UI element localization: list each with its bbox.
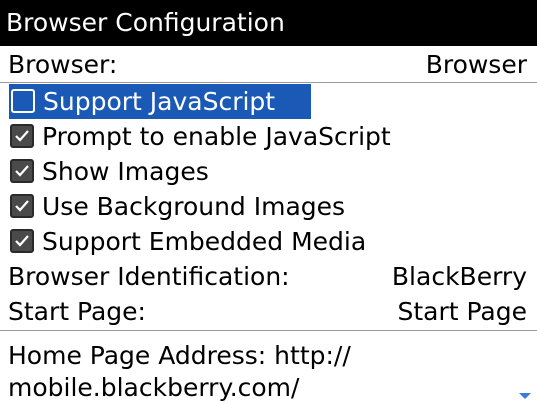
browser-field[interactable]: Browser: Browser <box>0 47 537 82</box>
home-page-address-field[interactable]: Home Page Address: http:// mobile.blackb… <box>8 340 518 404</box>
support-javascript-checkbox[interactable] <box>11 89 35 113</box>
check-icon <box>15 130 29 142</box>
show-images-checkbox[interactable] <box>10 159 34 183</box>
start-page-label: Start Page: <box>8 297 146 326</box>
show-images-label: Show Images <box>42 157 209 186</box>
divider <box>0 330 537 331</box>
scroll-down-indicator-icon <box>519 393 531 399</box>
check-icon <box>15 165 29 177</box>
browser-identification-field[interactable]: Browser Identification: BlackBerry <box>0 259 537 294</box>
browser-identification-label: Browser Identification: <box>8 262 290 291</box>
focus-highlight: Support JavaScript <box>9 84 311 119</box>
embedded-media-checkbox[interactable] <box>10 229 34 253</box>
check-icon <box>15 200 29 212</box>
prompt-javascript-checkbox[interactable] <box>10 124 34 148</box>
background-images-label: Use Background Images <box>42 192 346 221</box>
support-javascript-label: Support JavaScript <box>43 87 276 116</box>
divider <box>0 82 537 83</box>
background-images-option[interactable]: Use Background Images <box>0 189 537 224</box>
background-images-checkbox[interactable] <box>10 194 34 218</box>
support-javascript-option[interactable]: Support JavaScript <box>0 84 537 119</box>
show-images-option[interactable]: Show Images <box>0 154 537 189</box>
embedded-media-option[interactable]: Support Embedded Media <box>0 224 537 259</box>
prompt-javascript-label: Prompt to enable JavaScript <box>42 122 391 151</box>
check-icon <box>15 235 29 247</box>
embedded-media-label: Support Embedded Media <box>42 227 367 256</box>
start-page-value[interactable]: Start Page <box>397 294 527 329</box>
browser-field-label: Browser: <box>8 50 118 79</box>
browser-identification-value[interactable]: BlackBerry <box>392 259 527 294</box>
start-page-field[interactable]: Start Page: Start Page <box>0 294 537 329</box>
browser-field-value[interactable]: Browser <box>426 47 527 82</box>
screen-title: Browser Configuration <box>0 0 537 46</box>
prompt-javascript-option[interactable]: Prompt to enable JavaScript <box>0 119 537 154</box>
